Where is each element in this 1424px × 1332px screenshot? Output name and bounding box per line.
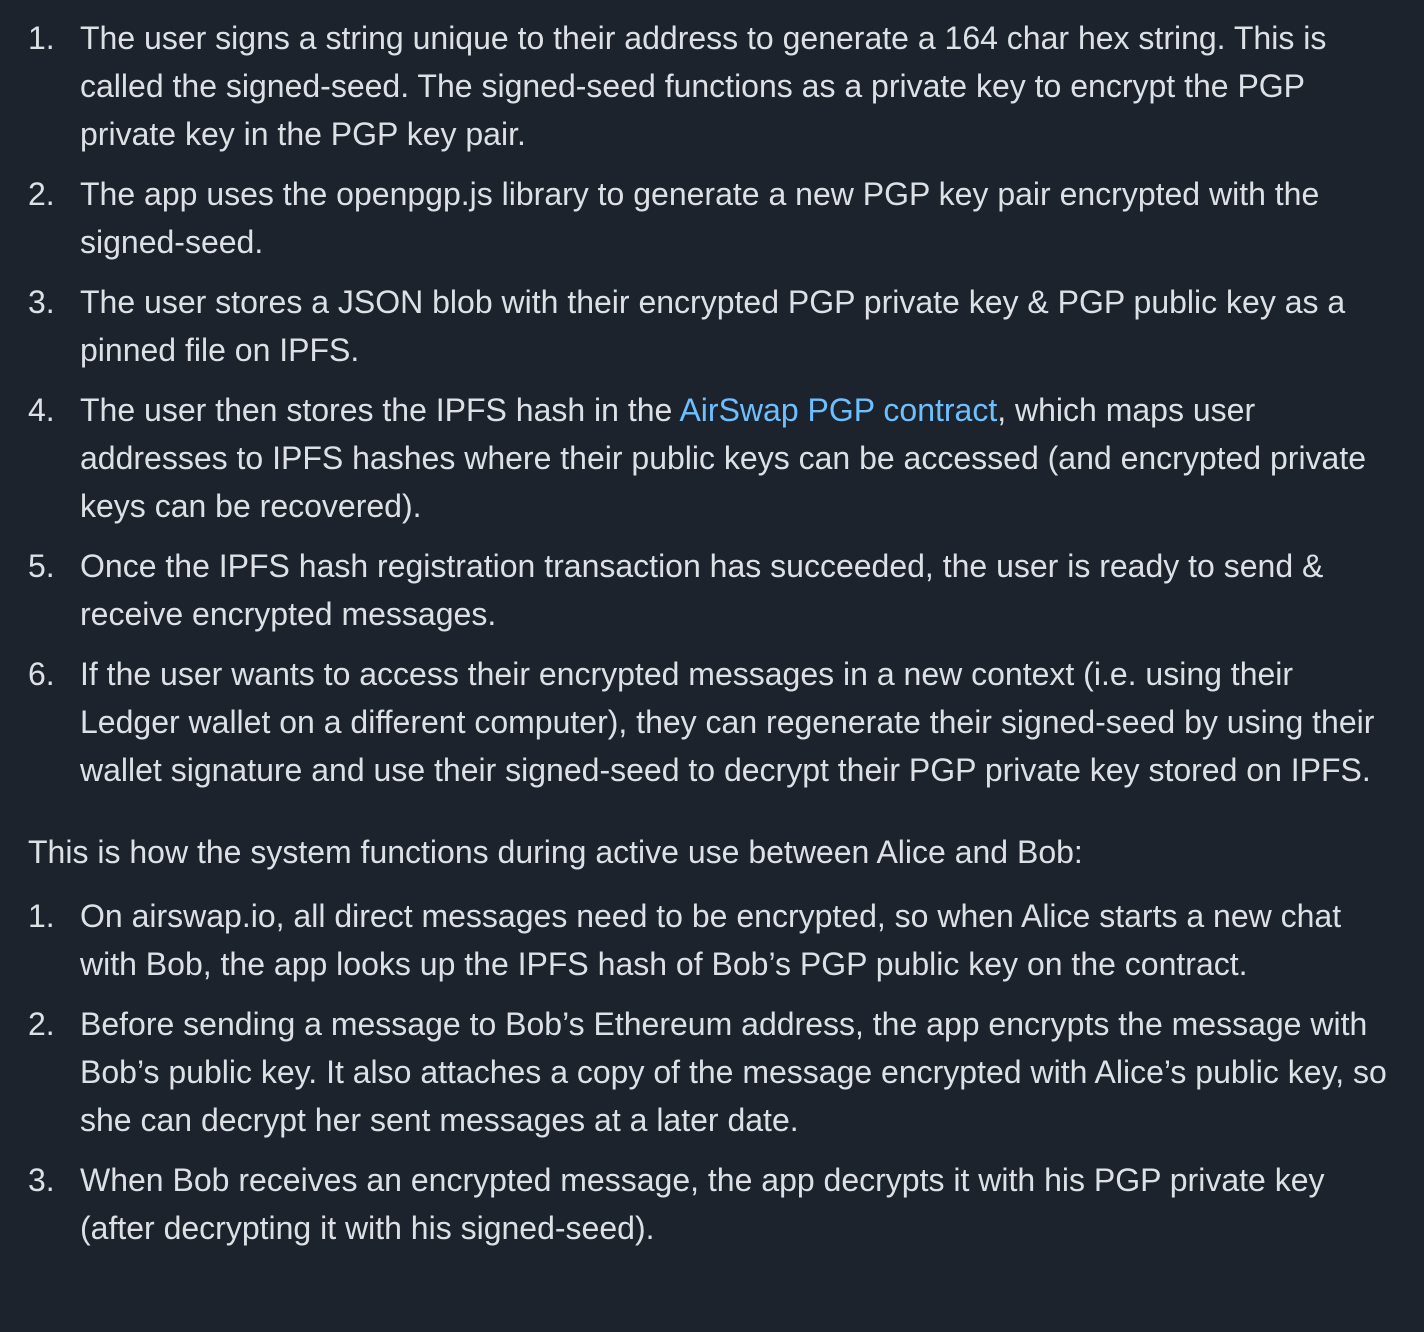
list-number: 1. bbox=[28, 898, 55, 934]
list-number: 3. bbox=[28, 1162, 55, 1198]
list-number: 2. bbox=[28, 176, 55, 212]
usage-steps-list: 1. On airswap.io, all direct messages ne… bbox=[28, 892, 1396, 1252]
list-item-text: When Bob receives an encrypted message, … bbox=[80, 1162, 1325, 1246]
list-number: 3. bbox=[28, 284, 55, 320]
list-item: 6. If the user wants to access their enc… bbox=[28, 650, 1396, 794]
list-item: 3. The user stores a JSON blob with thei… bbox=[28, 278, 1396, 374]
text-before-link: The user then stores the IPFS hash in th… bbox=[80, 392, 680, 428]
intro-paragraph: This is how the system functions during … bbox=[28, 834, 1083, 870]
list-item: 1. On airswap.io, all direct messages ne… bbox=[28, 892, 1396, 988]
list-item-text: Once the IPFS hash registration transact… bbox=[80, 548, 1324, 632]
list-item-text: If the user wants to access their encryp… bbox=[80, 656, 1375, 788]
list-item: 3. When Bob receives an encrypted messag… bbox=[28, 1156, 1396, 1252]
list-item-text: The app uses the openpgp.js library to g… bbox=[80, 176, 1320, 260]
list-number: 4. bbox=[28, 392, 55, 428]
list-item-text: On airswap.io, all direct messages need … bbox=[80, 898, 1342, 982]
list-item: 1. The user signs a string unique to the… bbox=[28, 14, 1396, 158]
list-item: 2. Before sending a message to Bob’s Eth… bbox=[28, 1000, 1396, 1144]
list-item-text: The user signs a string unique to their … bbox=[80, 20, 1327, 152]
article-body: 1. The user signs a string unique to the… bbox=[0, 0, 1424, 1252]
list-number: 2. bbox=[28, 1006, 55, 1042]
list-number: 6. bbox=[28, 656, 55, 692]
list-item: 4. The user then stores the IPFS hash in… bbox=[28, 386, 1396, 530]
list-item: 2. The app uses the openpgp.js library t… bbox=[28, 170, 1396, 266]
list-number: 5. bbox=[28, 548, 55, 584]
list-item: 5. Once the IPFS hash registration trans… bbox=[28, 542, 1396, 638]
list-item-text: Before sending a message to Bob’s Ethere… bbox=[80, 1006, 1387, 1138]
list-number: 1. bbox=[28, 20, 55, 56]
setup-steps-list: 1. The user signs a string unique to the… bbox=[28, 14, 1396, 794]
list-item-text: The user stores a JSON blob with their e… bbox=[80, 284, 1346, 368]
list-item-text: The user then stores the IPFS hash in th… bbox=[80, 386, 1396, 530]
airswap-pgp-contract-link[interactable]: AirSwap PGP contract bbox=[679, 392, 997, 428]
